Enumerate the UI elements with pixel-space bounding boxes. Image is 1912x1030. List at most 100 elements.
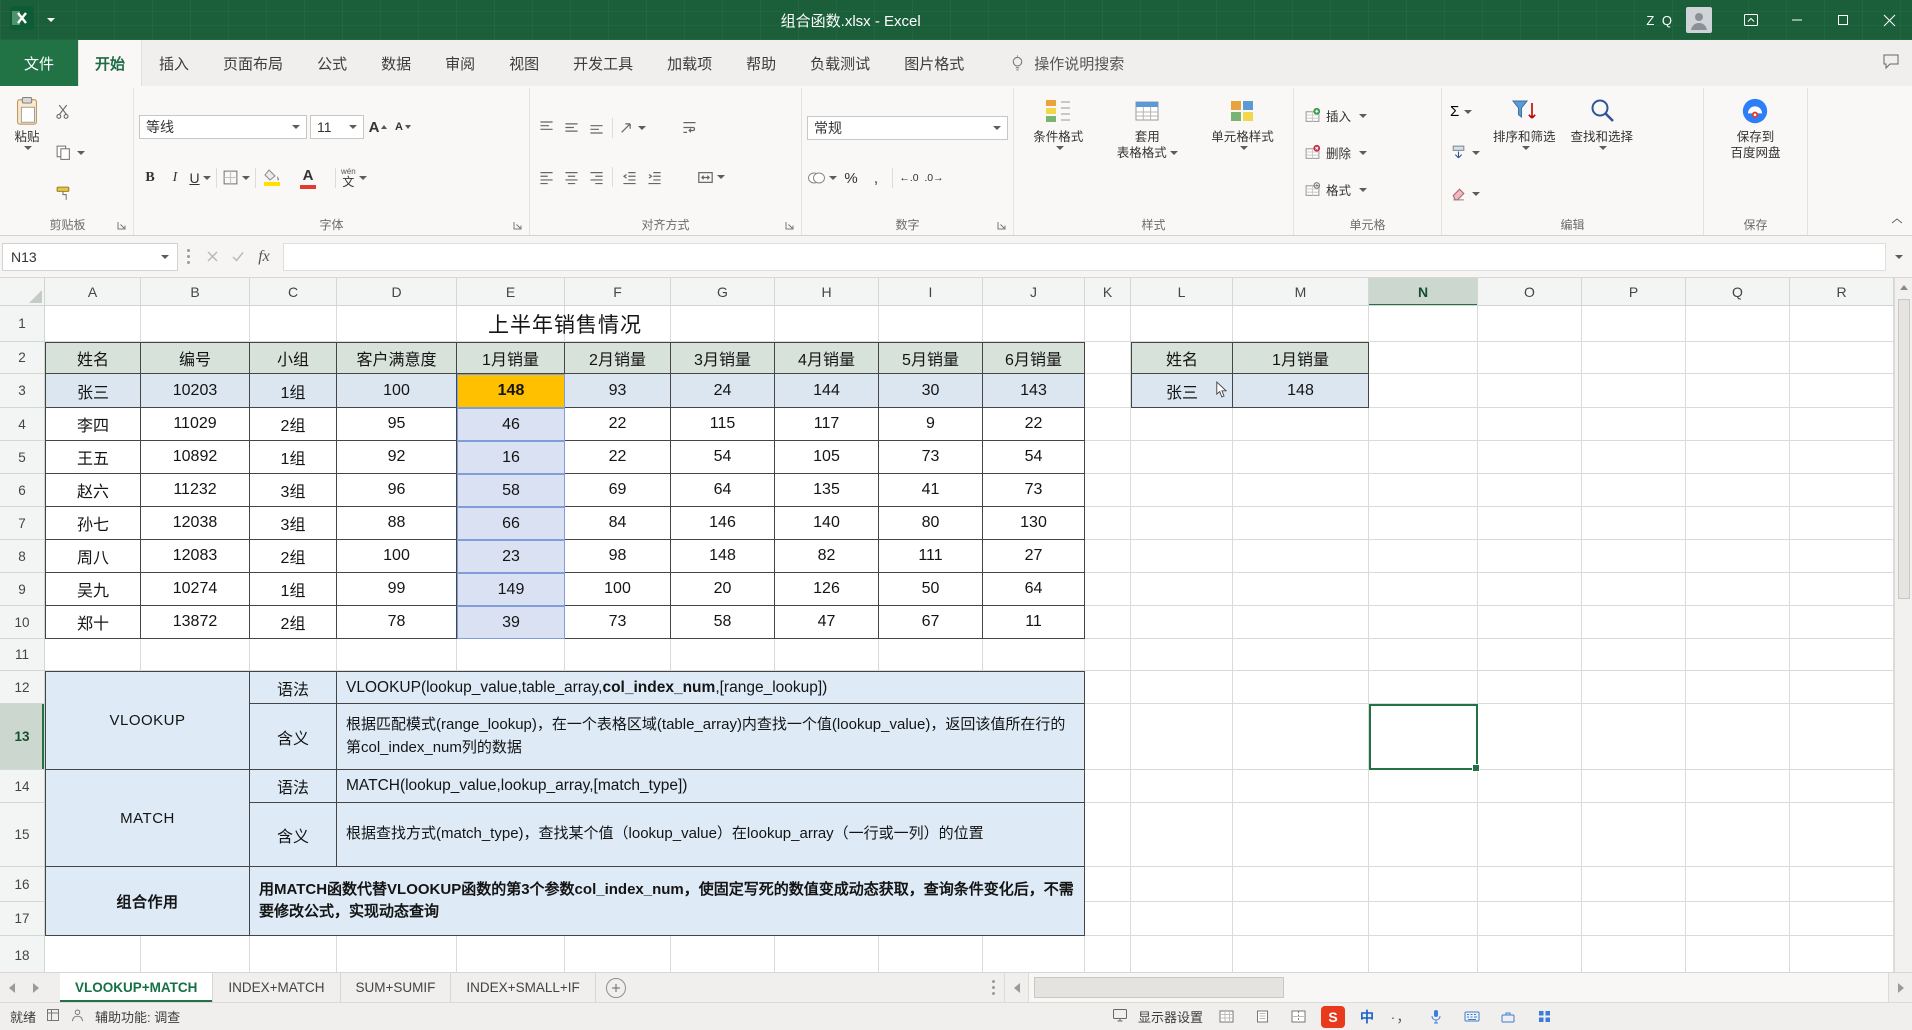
align-bottom-button[interactable] — [585, 117, 607, 139]
accounting-format-button[interactable] — [807, 167, 837, 189]
cell-D4[interactable]: 95 — [337, 408, 457, 441]
cell-C5[interactable]: 1组 — [250, 441, 337, 474]
horizontal-scrollbar-thumb[interactable] — [1034, 977, 1284, 998]
alignment-dialog-launcher[interactable] — [784, 220, 795, 231]
insert-function-icon[interactable]: fx — [251, 248, 277, 266]
cut-button[interactable] — [52, 102, 88, 121]
sheet-tab-0[interactable]: VLOOKUP+MATCH — [60, 973, 214, 1002]
hscroll-right-icon[interactable] — [1888, 973, 1912, 1002]
cell-J3[interactable]: 143 — [983, 374, 1085, 408]
cell-I3[interactable]: 30 — [879, 374, 983, 408]
sheet-tab-2[interactable]: SUM+SUMIF — [341, 973, 452, 1002]
hscroll-left-icon[interactable] — [1004, 973, 1028, 1002]
cell-J10[interactable]: 11 — [983, 606, 1085, 639]
cell-F9[interactable]: 100 — [565, 573, 671, 606]
ribbon-tab-10[interactable]: 负载测试 — [793, 40, 887, 86]
number-format-combo[interactable]: 常规 — [807, 116, 1008, 140]
column-header-F[interactable]: F — [565, 278, 671, 305]
cancel-icon[interactable] — [199, 251, 225, 262]
normal-view-icon[interactable] — [1213, 1003, 1239, 1030]
italic-button[interactable]: I — [164, 167, 186, 189]
ime-chinese-mode[interactable]: 中 — [1355, 1006, 1379, 1028]
cell-styles-button[interactable]: 单元格样式 — [1206, 91, 1279, 214]
copy-button[interactable] — [52, 143, 88, 162]
cell-A4[interactable]: 李四 — [45, 408, 141, 441]
conditional-formatting-button[interactable]: 条件格式 — [1028, 91, 1088, 214]
info-match-meaning-label[interactable]: 含义 — [250, 803, 337, 867]
ime-toolbox-icon[interactable] — [1495, 1003, 1521, 1030]
delete-cells-button[interactable]: 删除 — [1299, 142, 1436, 163]
enter-icon[interactable] — [225, 251, 251, 262]
sheet-tab-1[interactable]: INDEX+MATCH — [213, 973, 341, 1002]
ribbon-tab-6[interactable]: 视图 — [492, 40, 556, 86]
vertical-scrollbar[interactable] — [1894, 278, 1912, 972]
format-cells-button[interactable]: 格式 — [1299, 179, 1436, 200]
cell-G5[interactable]: 54 — [671, 441, 775, 474]
row-header-9[interactable]: 9 — [0, 573, 44, 606]
cells-area[interactable]: 上半年销售情况 姓名 编号 小组 客户满意度 1月销量 2月销量 3月销量 4月销量 5月销量 6月… — [45, 306, 1894, 972]
fill-color-button[interactable] — [261, 166, 283, 190]
row-header-3[interactable]: 3 — [0, 374, 44, 408]
cell-L3[interactable]: 张三 — [1131, 374, 1233, 408]
align-top-button[interactable] — [535, 117, 557, 139]
cell-F5[interactable]: 22 — [565, 441, 671, 474]
cell-D5[interactable]: 92 — [337, 441, 457, 474]
column-header-E[interactable]: E — [457, 278, 565, 305]
font-dialog-launcher[interactable] — [512, 220, 523, 231]
cell-F6[interactable]: 69 — [565, 474, 671, 507]
row-header-13[interactable]: 13 — [0, 704, 44, 770]
info-vlookup-syntax-label[interactable]: 语法 — [250, 671, 337, 704]
column-header-H[interactable]: H — [775, 278, 879, 305]
cell-C10[interactable]: 2组 — [250, 606, 337, 639]
column-header-Q[interactable]: Q — [1686, 278, 1790, 305]
font-name-combo[interactable]: 等线 — [139, 115, 307, 140]
column-header-J[interactable]: J — [983, 278, 1085, 305]
cell-D2[interactable]: 客户满意度 — [337, 342, 457, 374]
cell-E3[interactable]: 148 — [457, 374, 565, 408]
cell-J6[interactable]: 73 — [983, 474, 1085, 507]
cell-E10[interactable]: 39 — [457, 606, 565, 639]
page-break-view-icon[interactable] — [1285, 1003, 1311, 1030]
cell-E6[interactable]: 58 — [457, 474, 565, 507]
cell-E7[interactable]: 66 — [457, 507, 565, 540]
excel-app-icon[interactable] — [10, 5, 34, 35]
decrease-decimal-button[interactable]: .0→ — [923, 167, 945, 189]
cell-F2[interactable]: 2月销量 — [565, 342, 671, 374]
cell-H6[interactable]: 135 — [775, 474, 879, 507]
cell-F3[interactable]: 93 — [565, 374, 671, 408]
cell-I7[interactable]: 80 — [879, 507, 983, 540]
column-header-D[interactable]: D — [337, 278, 457, 305]
avatar[interactable] — [1686, 7, 1712, 33]
ribbon-tab-1[interactable]: 插入 — [142, 40, 206, 86]
cell-C2[interactable]: 小组 — [250, 342, 337, 374]
cell-G6[interactable]: 64 — [671, 474, 775, 507]
display-settings-icon[interactable] — [1112, 1008, 1128, 1025]
maximize-button[interactable] — [1820, 0, 1866, 40]
ribbon-tab-0[interactable]: 开始 — [78, 40, 143, 86]
display-settings-label[interactable]: 显示器设置 — [1138, 1007, 1203, 1026]
info-match-meaning[interactable]: 根据查找方式(match_type)，查找某个值（lookup_value）在l… — [337, 803, 1085, 867]
ribbon-tab-11[interactable]: 图片格式 — [887, 40, 981, 86]
increase-indent-button[interactable] — [643, 166, 665, 188]
select-all-corner[interactable] — [0, 278, 45, 306]
cell-B4[interactable]: 11029 — [141, 408, 250, 441]
cell-H7[interactable]: 140 — [775, 507, 879, 540]
cell-B7[interactable]: 12038 — [141, 507, 250, 540]
cell-F10[interactable]: 73 — [565, 606, 671, 639]
column-header-G[interactable]: G — [671, 278, 775, 305]
sheet-nav-left-icon[interactable] — [0, 973, 24, 1002]
clear-button[interactable] — [1447, 184, 1483, 203]
align-middle-button[interactable] — [560, 117, 582, 139]
column-header-R[interactable]: R — [1790, 278, 1894, 305]
column-header-N[interactable]: N — [1369, 278, 1478, 305]
cell-A2[interactable]: 姓名 — [45, 342, 141, 374]
namebox-splitter[interactable] — [187, 255, 190, 258]
cell-C3[interactable]: 1组 — [250, 374, 337, 408]
sheet-tab-3[interactable]: INDEX+SMALL+IF — [451, 973, 596, 1002]
column-header-P[interactable]: P — [1582, 278, 1686, 305]
column-header-C[interactable]: C — [250, 278, 337, 305]
cell-J4[interactable]: 22 — [983, 408, 1085, 441]
column-header-K[interactable]: K — [1085, 278, 1131, 305]
cell-H9[interactable]: 126 — [775, 573, 879, 606]
bold-button[interactable]: B — [139, 167, 161, 189]
